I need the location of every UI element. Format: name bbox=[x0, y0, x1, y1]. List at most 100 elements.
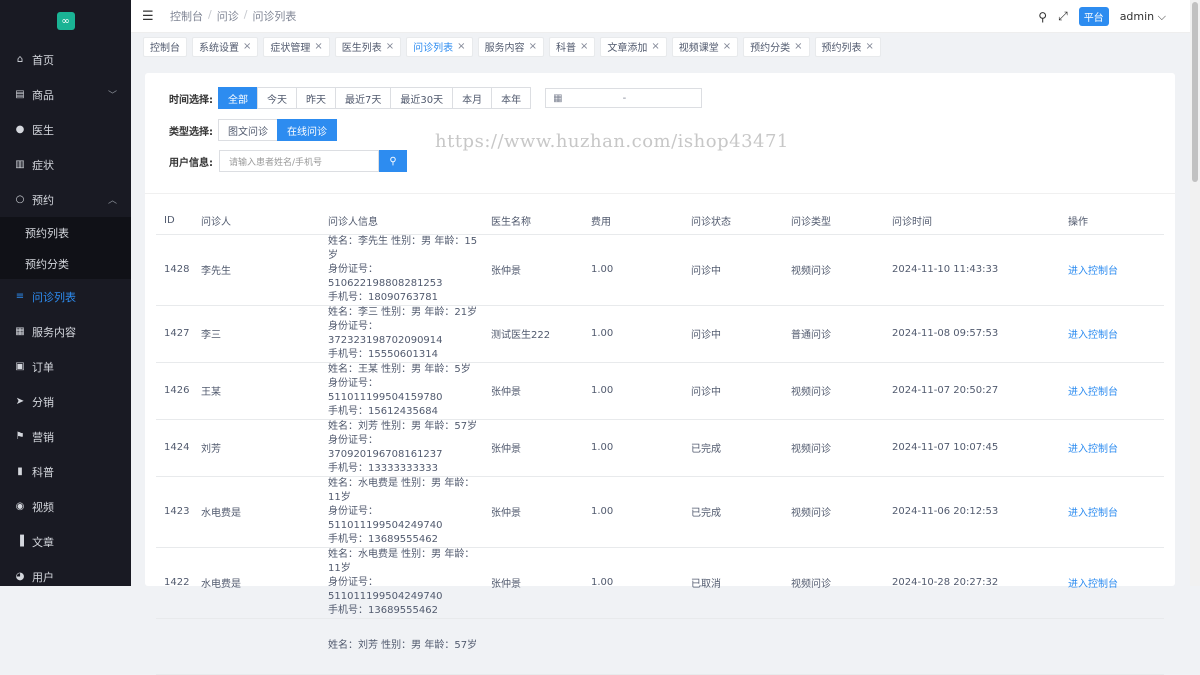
column-header: 问诊类型 bbox=[783, 207, 884, 235]
cell-time: 2024-10-28 20:27:32 bbox=[884, 547, 1060, 619]
cell-time: 2024-11-10 11:43:33 bbox=[884, 234, 1060, 306]
cell-action: 进入控制台 bbox=[1060, 419, 1164, 477]
cell-patient: 李先生 bbox=[193, 234, 320, 306]
cell-doctor bbox=[483, 618, 583, 675]
enter-console-link[interactable]: 进入控制台 bbox=[1068, 508, 1118, 519]
camera-icon: ◉ bbox=[15, 501, 25, 512]
close-icon[interactable]: × bbox=[386, 41, 394, 52]
sidebar-item-label: 预约 bbox=[32, 193, 54, 207]
close-icon[interactable]: × bbox=[723, 41, 731, 52]
tab-9[interactable]: 预约分类 × bbox=[743, 36, 810, 57]
sidebar-subitem-0[interactable]: 预约列表 bbox=[0, 217, 131, 248]
cell-action: 进入控制台 bbox=[1060, 305, 1164, 363]
breadcrumb-item[interactable]: 控制台 bbox=[170, 8, 203, 24]
date-range-picker[interactable]: ▦ - bbox=[545, 88, 703, 108]
cell-id: 1423 bbox=[156, 476, 193, 548]
tab-label: 症状管理 bbox=[270, 43, 311, 54]
column-header: 医生名称 bbox=[483, 207, 583, 235]
search-button[interactable]: ⚲ bbox=[379, 150, 407, 172]
close-icon[interactable]: × bbox=[866, 41, 874, 52]
close-icon[interactable]: × bbox=[651, 41, 659, 52]
enter-console-link[interactable]: 进入控制台 bbox=[1068, 579, 1118, 590]
enter-console-link[interactable]: 进入控制台 bbox=[1068, 266, 1118, 277]
breadcrumb-item[interactable]: 问诊 bbox=[217, 8, 239, 24]
time-option-button[interactable]: 昨天 bbox=[296, 87, 336, 109]
tab-7[interactable]: 文章添加 × bbox=[600, 36, 667, 57]
sidebar-item2-2[interactable]: ▣ 订单 bbox=[0, 349, 131, 384]
close-icon[interactable]: × bbox=[580, 41, 588, 52]
table-body: 1428 李先生 姓名：李先生 性别：男 年龄：15岁 身份证号：5106221988… bbox=[156, 234, 1164, 675]
tab-2[interactable]: 症状管理 × bbox=[263, 36, 330, 57]
sidebar-item2-3[interactable]: ➤ 分销 bbox=[0, 384, 131, 419]
time-option-button[interactable]: 本年 bbox=[491, 87, 532, 109]
user-menu[interactable]: admin ⌵ bbox=[1120, 10, 1166, 24]
cell-doctor: 测试医生222 bbox=[483, 305, 583, 363]
time-option-button[interactable]: 最近30天 bbox=[390, 87, 454, 109]
tab-8[interactable]: 视频课堂 × bbox=[671, 36, 739, 57]
search-input[interactable]: 请输入患者姓名/手机号 bbox=[219, 150, 379, 172]
cell-doctor: 张仲景 bbox=[483, 419, 583, 477]
type-option-button[interactable]: 图文问诊 bbox=[218, 119, 278, 141]
sidebar-item2-7[interactable]: ▐ 文章 bbox=[0, 524, 131, 559]
patient-info-line: 身份证号：511011199504249740 bbox=[328, 505, 443, 531]
enter-console-link[interactable]: 进入控制台 bbox=[1068, 330, 1118, 341]
cell-id: 1424 bbox=[156, 419, 193, 477]
tab-0[interactable]: 控制台 bbox=[143, 36, 187, 57]
close-icon[interactable]: × bbox=[457, 41, 465, 52]
sidebar-item2-6[interactable]: ◉ 视频 bbox=[0, 489, 131, 524]
enter-console-link[interactable]: 进入控制台 bbox=[1068, 387, 1118, 398]
tab-3[interactable]: 医生列表 × bbox=[334, 36, 402, 57]
cell-action bbox=[1060, 618, 1164, 675]
breadcrumb-item: 问诊列表 bbox=[252, 10, 297, 23]
tab-label: 控制台 bbox=[150, 43, 180, 54]
sidebar-item2-5[interactable]: ▮ 科普 bbox=[0, 454, 131, 489]
time-option-button[interactable]: 今天 bbox=[257, 87, 297, 109]
sidebar-item-2[interactable]: ● 医生 bbox=[0, 112, 131, 147]
logo[interactable]: ∞ bbox=[0, 0, 131, 42]
time-options: 全部 今天 昨天 最近7天 最近30天 本月 本年 bbox=[218, 87, 532, 109]
sidebar-item-0[interactable]: ⌂ 首页 bbox=[0, 42, 131, 77]
patient-info-line: 姓名：李先生 性别：男 年龄：15岁 bbox=[328, 235, 478, 261]
tab-5[interactable]: 服务内容 × bbox=[477, 36, 544, 57]
sidebar-item2-1[interactable]: ▦ 服务内容 bbox=[0, 314, 131, 349]
patient-info: 姓名：王某 性别：男 年龄：5岁 身份证号：511011199504159780 手… bbox=[328, 363, 483, 419]
patient-info-line: 手机号：13333333333 bbox=[328, 462, 438, 474]
scrollbar-thumb[interactable] bbox=[1192, 2, 1198, 182]
close-icon[interactable]: × bbox=[243, 41, 251, 52]
patient-info-line: 手机号：15550601314 bbox=[328, 348, 438, 360]
close-icon[interactable]: × bbox=[314, 41, 322, 52]
menu-toggle-icon[interactable]: ☰ bbox=[142, 9, 156, 24]
cell-id: 1428 bbox=[156, 234, 193, 306]
time-option-button[interactable]: 全部 bbox=[218, 87, 258, 109]
sidebar-subitem-1[interactable]: 预约分类 bbox=[0, 248, 131, 279]
tab-10[interactable]: 预约列表 × bbox=[814, 36, 881, 57]
sidebar-item2-8[interactable]: ◕ 用户 bbox=[0, 559, 131, 594]
fullscreen-icon[interactable]: ⤢ bbox=[1058, 9, 1068, 24]
patient-info: 姓名：水电费是 性别：男 年龄：11岁 身份证号：5110111995042497… bbox=[328, 477, 483, 547]
type-option-button[interactable]: 在线问诊 bbox=[277, 119, 337, 141]
cell-id: 1427 bbox=[156, 305, 193, 363]
sidebar-item-3[interactable]: ▥ 症状 bbox=[0, 147, 131, 182]
sidebar-item2-4[interactable]: ⚑ 营销 bbox=[0, 419, 131, 454]
tab-label: 科普 bbox=[555, 43, 576, 54]
sidebar-item-4[interactable]: ○ 预约 ︿ bbox=[0, 182, 131, 217]
cell-status: 问诊中 bbox=[683, 234, 783, 306]
patient-info-line: 姓名：王某 性别：男 年龄：5岁 bbox=[328, 363, 471, 375]
table-row: 1428 李先生 姓名：李先生 性别：男 年龄：15岁 身份证号：5106221988… bbox=[156, 234, 1164, 306]
tab-1[interactable]: 系统设置 × bbox=[192, 36, 259, 57]
close-icon[interactable]: × bbox=[794, 41, 802, 52]
close-icon[interactable]: × bbox=[529, 41, 537, 52]
scrollbar[interactable] bbox=[1190, 0, 1200, 586]
enter-console-link[interactable]: 进入控制台 bbox=[1068, 444, 1118, 455]
breadcrumb: 控制台 / 问诊 / 问诊列表 bbox=[170, 8, 297, 24]
search-icon[interactable]: ⚲ bbox=[1038, 10, 1047, 24]
time-option-button[interactable]: 本月 bbox=[452, 87, 493, 109]
calendar-icon: ▦ bbox=[553, 92, 563, 104]
sidebar-item2-0[interactable]: ≡ 问诊列表 bbox=[0, 279, 131, 314]
cell-action: 进入控制台 bbox=[1060, 547, 1164, 619]
logo-icon: ∞ bbox=[56, 12, 75, 30]
sidebar-item-1[interactable]: ▤ 商品 ﹀ bbox=[0, 77, 131, 112]
time-option-button[interactable]: 最近7天 bbox=[335, 87, 392, 109]
tab-4[interactable]: 问诊列表 × bbox=[406, 36, 473, 57]
tab-6[interactable]: 科普 × bbox=[548, 36, 596, 57]
